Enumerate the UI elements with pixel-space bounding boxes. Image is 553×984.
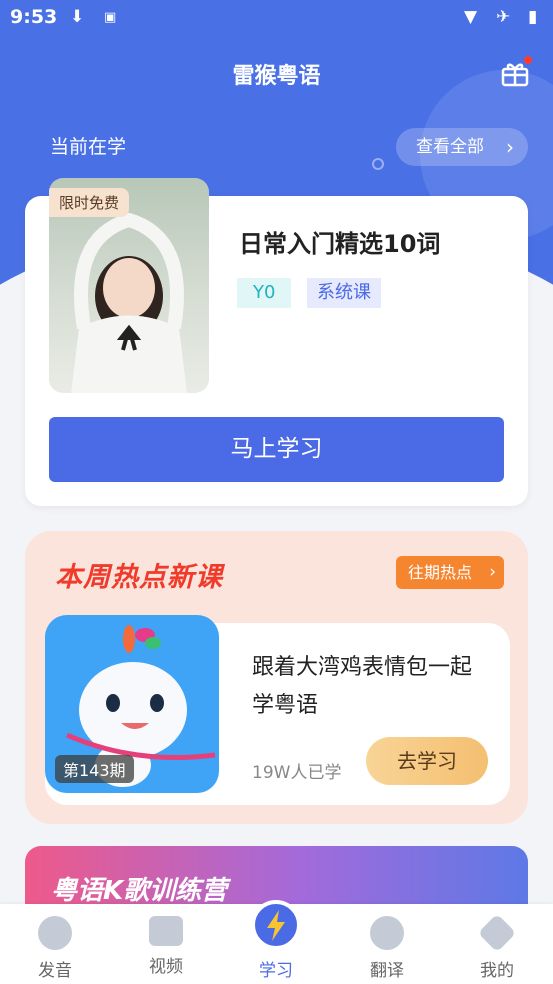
- translate-icon: [370, 916, 404, 950]
- course-title: 日常入门精选10词: [239, 230, 441, 258]
- view-all-label: 查看全部: [416, 137, 484, 157]
- tab-label: 发音: [38, 961, 72, 981]
- airplane-icon: ✈: [496, 7, 511, 27]
- video-icon: [149, 916, 183, 946]
- course-type-tag: 系统课: [307, 278, 381, 308]
- tab-profile[interactable]: 我的: [457, 904, 537, 981]
- tab-translate[interactable]: 翻译: [347, 904, 427, 981]
- notification-dot: [524, 56, 532, 64]
- decorative-ring: [372, 158, 384, 170]
- issue-number-tag: 第143期: [55, 755, 134, 783]
- pronunciation-icon: [38, 916, 72, 950]
- chevron-right-icon: ›: [506, 135, 514, 159]
- download-icon: ⬇: [70, 7, 85, 27]
- learner-count: 19W人已学: [252, 763, 342, 783]
- go-study-button[interactable]: 去学习: [366, 737, 488, 785]
- level-tag: Y0: [237, 278, 292, 308]
- hot-lesson-title: 跟着大湾鸡表情包一起学粤语: [252, 655, 473, 718]
- tab-label: 我的: [480, 961, 514, 981]
- a-badge-icon: ▣: [104, 10, 117, 25]
- past-hot-button[interactable]: 往期热点 ›: [396, 556, 504, 589]
- view-all-button[interactable]: 查看全部 ›: [396, 128, 528, 166]
- tab-label: 翻译: [370, 961, 404, 981]
- chevron-right-icon: ›: [489, 562, 496, 582]
- tab-video[interactable]: 视频: [126, 904, 206, 977]
- weekly-hot-card: 本周热点新课 往期热点 › 第143期 跟着大湾鸡表情包一起学粤语 19W人已学…: [25, 531, 528, 824]
- lightning-icon-svg: [267, 910, 285, 941]
- hot-lesson-item[interactable]: 第143期 跟着大湾鸡表情包一起学粤语 19W人已学 去学习: [45, 615, 510, 805]
- current-course-card[interactable]: 限时免费 日常入门精选10词 Y0 系统课 马上学习: [25, 178, 528, 506]
- lightning-icon[interactable]: [251, 900, 301, 950]
- past-hot-label: 往期热点: [408, 563, 473, 582]
- course-thumbnail[interactable]: 限时免费: [49, 178, 209, 393]
- wifi-icon: ▼: [464, 7, 478, 27]
- tab-pronunciation[interactable]: 发音: [15, 904, 95, 981]
- tab-label: 学习: [259, 961, 293, 981]
- free-tag: 限时免费: [49, 188, 130, 217]
- status-bar: 9:53 ⬇ ▣ ▼ ✈ ▮: [0, 0, 553, 36]
- status-time: 9:53: [10, 6, 58, 28]
- karaoke-camp-title: 粤语K歌训练营: [51, 876, 228, 906]
- tab-label: 视频: [149, 957, 183, 977]
- hot-lesson-thumbnail[interactable]: 第143期: [45, 615, 219, 793]
- battery-icon: ▮: [528, 7, 538, 27]
- weekly-hot-title: 本周热点新课: [55, 562, 223, 593]
- gift-icon[interactable]: [500, 56, 532, 88]
- app-title: 雷猴粤语: [232, 64, 321, 89]
- profile-icon: [477, 913, 517, 953]
- study-now-button[interactable]: 马上学习: [49, 417, 504, 482]
- current-learning-label: 当前在学: [50, 136, 127, 158]
